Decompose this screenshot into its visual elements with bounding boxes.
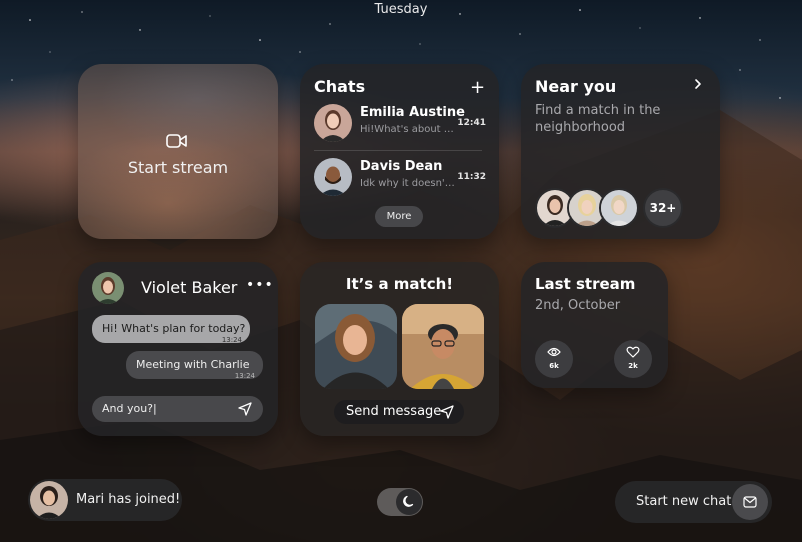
send-icon[interactable] (238, 402, 252, 416)
message-time: 13:24 (221, 336, 242, 344)
chat-time: 12:41 (457, 118, 486, 128)
start-new-chat-label: Start new chat (636, 494, 732, 509)
more-people-count: 32+ (643, 188, 683, 228)
avatar (92, 272, 124, 304)
new-chat-icon-button[interactable] (732, 484, 768, 520)
avatar (314, 158, 352, 196)
start-stream-card[interactable]: Start stream (78, 64, 278, 239)
match-photo (402, 304, 484, 389)
avatar (30, 481, 68, 519)
nearby-avatars: 32+ (535, 188, 695, 228)
eye-icon (547, 346, 561, 358)
notification-text: Mari has joined! (76, 492, 181, 507)
message-time: 13:24 (234, 372, 255, 380)
views-stat: 6k (535, 340, 573, 378)
video-camera-icon (166, 132, 188, 150)
match-photo (315, 304, 397, 389)
message-input[interactable]: And you?| (92, 396, 263, 422)
chats-title: Chats (314, 77, 366, 96)
divider (314, 150, 482, 151)
plus-icon[interactable]: + (470, 77, 485, 98)
near-you-subtitle: Find a match in the neighborhood (535, 103, 661, 135)
toggle-knob (396, 489, 422, 515)
chat-preview: Idk why it doesn't w... (360, 178, 456, 189)
match-widget: It’s a match! Send message (300, 262, 499, 436)
day-label: Tuesday (374, 2, 428, 17)
chat-item[interactable]: Davis Dean Idk why it doesn't w... 11:32 (314, 158, 486, 198)
send-icon (440, 405, 454, 419)
chats-widget: Chats + Emilia Austine Hi!What's about l… (300, 64, 499, 239)
start-new-chat-button[interactable]: Start new chat (615, 481, 772, 523)
message-bubble-incoming: Hi! What's plan for today? 13:24 (92, 315, 250, 344)
send-message-button[interactable]: Send message (334, 400, 464, 424)
heart-icon (626, 346, 640, 358)
chevron-right-icon[interactable] (693, 78, 703, 90)
chat-time: 11:32 (457, 172, 486, 182)
theme-toggle[interactable] (377, 488, 423, 516)
message-icon (743, 496, 757, 508)
message-text: Hi! What's plan for today? (102, 322, 246, 335)
join-notification[interactable]: Mari has joined! (28, 479, 182, 521)
start-stream-label: Start stream (127, 158, 229, 177)
moon-icon (402, 495, 416, 509)
message-input-value[interactable]: And you?| (102, 396, 157, 422)
send-message-label: Send message (346, 404, 442, 419)
views-count: 6k (549, 362, 559, 370)
conversation-widget: Violet Baker ••• Hi! What's plan for tod… (78, 262, 278, 436)
last-stream-title: Last stream (535, 275, 636, 293)
chat-preview: Hi!What's about lun... (360, 124, 456, 135)
message-text: Meeting with Charlie (136, 358, 250, 371)
near-you-title: Near you (535, 77, 617, 96)
more-dots-icon[interactable]: ••• (246, 277, 274, 293)
message-bubble-outgoing: Meeting with Charlie 13:24 (126, 351, 263, 380)
chat-item[interactable]: Emilia Austine Hi!What's about lun... 12… (314, 104, 486, 144)
last-stream-date: 2nd, October (535, 298, 621, 313)
likes-stat: 2k (614, 340, 652, 378)
likes-count: 2k (628, 362, 638, 370)
last-stream-widget[interactable]: Last stream 2nd, October 6k 2k (521, 262, 668, 388)
match-title: It’s a match! (345, 275, 454, 293)
avatar (599, 188, 639, 228)
near-you-widget[interactable]: Near you Find a match in the neighborhoo… (521, 64, 720, 239)
chat-contact-name: Emilia Austine (360, 105, 465, 120)
more-button[interactable]: More (375, 206, 423, 227)
chat-contact-name: Davis Dean (360, 159, 443, 174)
avatar (314, 104, 352, 142)
contact-name: Violet Baker (141, 278, 238, 297)
